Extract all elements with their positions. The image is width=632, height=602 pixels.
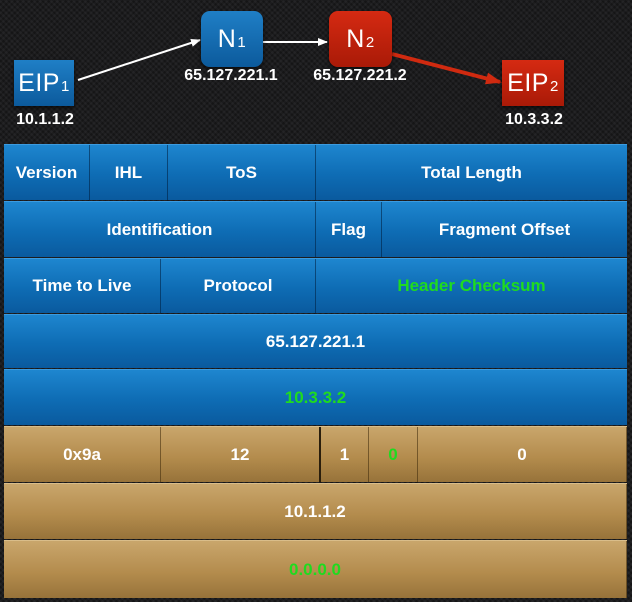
node-n1-subscript: 1 [237,33,247,51]
inner-field-1: 1 [321,427,369,482]
node-eip1-label: EIP [18,68,60,97]
field-identification: Identification [4,202,316,257]
outer-header-row-3: Time to Live Protocol Header Checksum [4,258,627,313]
inner-destination-address-row: 0.0.0.0 [4,540,627,598]
node-n1-label: N [217,24,237,53]
field-protocol: Protocol [161,259,316,313]
outer-destination-address-row: 10.3.3.2 [4,369,627,425]
node-n2-subscript: 2 [365,33,375,51]
node-n2: N2 [329,11,392,67]
node-n2-label: N [346,24,365,53]
field-source-address: 65.127.221.1 [265,331,366,351]
inner-header-row-1: 0x9a 12 1 0 0 [4,426,627,482]
outer-header-row-1: Version IHL ToS Total Length [4,144,627,200]
outer-header-row-2: Identification Flag Fragment Offset [4,201,627,257]
inner-field-12: 12 [161,427,321,482]
inner-field-0-green: 0 [369,427,418,482]
field-header-checksum: Header Checksum [397,276,546,295]
field-fragment-offset: Fragment Offset [438,219,571,239]
node-n2-address: 65.127.221.2 [313,67,407,84]
field-ihl: IHL [90,145,168,200]
outer-source-address-row: 65.127.221.1 [4,314,627,368]
node-n1: N1 [201,11,263,67]
node-eip2-label: EIP [507,68,549,97]
field-destination-address: 10.3.3.2 [284,387,347,407]
field-flag: Flag [316,202,382,257]
node-eip1-subscript: 1 [60,77,70,95]
node-eip2: EIP 2 [502,60,564,106]
node-eip2-address: 10.3.3.2 [505,111,563,128]
field-version: Version [4,145,90,200]
field-total-length: Total Length [421,162,522,182]
inner-field-0x9a: 0x9a [4,427,161,482]
inner-field-0: 0 [418,427,627,482]
node-n1-address: 65.127.221.1 [184,67,278,84]
node-eip1: EIP 1 [14,60,74,106]
inner-destination-address: 0.0.0.0 [4,541,627,598]
node-eip1-address: 10.1.1.2 [16,111,74,128]
node-eip2-subscript: 2 [549,77,559,95]
field-time-to-live: Time to Live [4,259,161,313]
field-tos: ToS [168,145,316,200]
inner-source-address: 10.1.1.2 [4,484,627,539]
inner-source-address-row: 10.1.1.2 [4,483,627,539]
diagram-stage: EIP 1 10.1.1.2 N1 65.127.221.1 N2 65.127.… [0,0,632,602]
